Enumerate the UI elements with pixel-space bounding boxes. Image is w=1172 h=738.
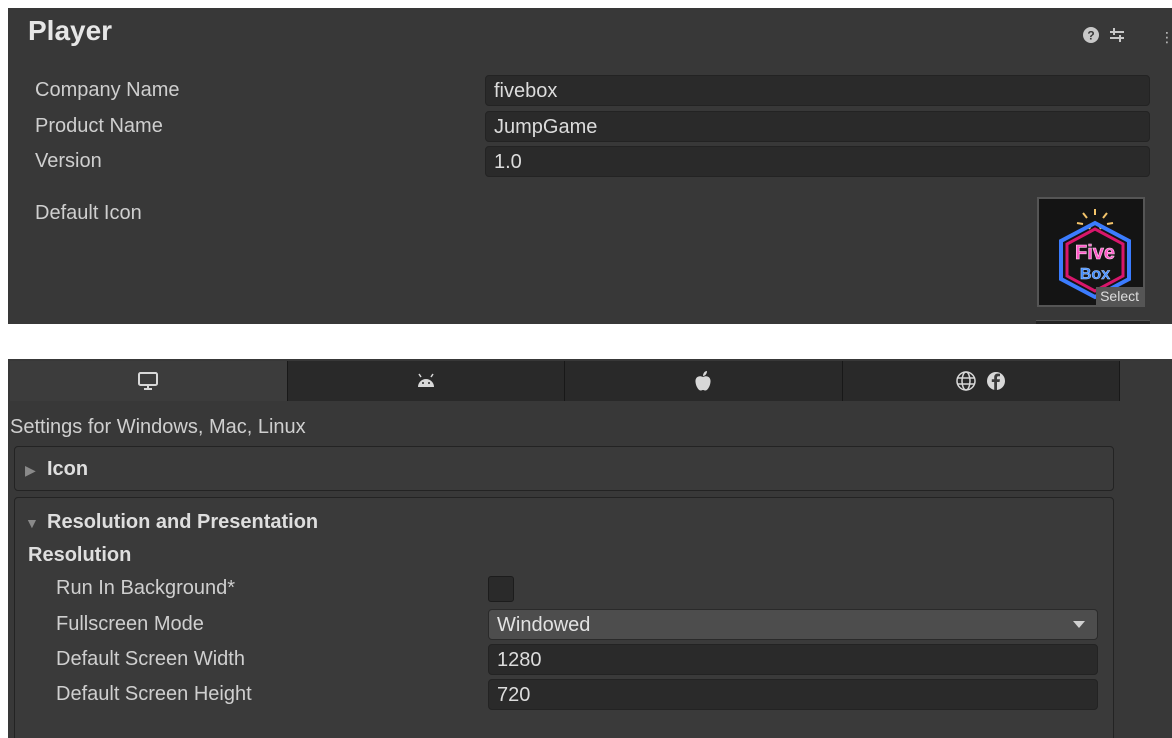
resolution-presentation-header[interactable]: ▼ Resolution and Presentation (25, 509, 318, 536)
panel-title: Player (28, 15, 113, 46)
version-field[interactable]: 1.0 (485, 146, 1150, 177)
default-icon-label: Default Icon (35, 202, 142, 224)
tab-standalone[interactable] (10, 361, 288, 401)
tab-ios[interactable] (565, 361, 843, 401)
platform-tab-bar (10, 361, 1120, 401)
version-label: Version (35, 150, 102, 172)
product-name-field[interactable]: JumpGame (485, 111, 1150, 142)
icon-foldout[interactable]: ▶ Icon (14, 446, 1114, 491)
icon-section-title: Icon (47, 458, 89, 480)
product-name-label: Product Name (35, 115, 163, 137)
dropdown-arrow-icon (1073, 621, 1085, 628)
help-icon[interactable]: ? (1082, 26, 1100, 50)
tab-android[interactable] (287, 361, 565, 401)
next-icon-slot (1036, 320, 1150, 324)
fold-collapsed-icon: ▶ (25, 462, 36, 478)
webgl-globe-icon (956, 371, 976, 391)
svg-text:?: ? (1087, 29, 1094, 43)
tab-webgl[interactable] (842, 361, 1120, 401)
settings-for-label: Settings for Windows, Mac, Linux (10, 416, 306, 438)
default-icon-picker[interactable]: Five Box Select (1037, 197, 1145, 307)
resolution-presentation-foldout: ▼ Resolution and Presentation Resolution … (14, 497, 1114, 738)
facebook-icon (986, 372, 1005, 390)
fold-expanded-icon: ▼ (25, 515, 39, 531)
default-screen-width-label: Default Screen Width (56, 648, 245, 670)
fullscreen-mode-dropdown[interactable]: Windowed (488, 609, 1098, 640)
player-panel: Player ? ⋮ Company Name fivebox Product … (8, 8, 1172, 324)
company-name-field[interactable]: fivebox (485, 75, 1150, 106)
android-icon (417, 373, 434, 387)
apple-icon (695, 371, 711, 391)
resolution-presentation-title: Resolution and Presentation (47, 511, 319, 533)
preset-settings-icon[interactable] (1108, 26, 1126, 50)
logo-text-box: Box (1080, 266, 1110, 283)
resolution-subheader: Resolution (28, 544, 132, 566)
logo-text-five: Five (1075, 242, 1115, 264)
fullscreen-mode-label: Fullscreen Mode (56, 613, 204, 635)
run-in-background-label: Run In Background* (56, 577, 236, 599)
fullscreen-mode-value: Windowed (497, 614, 591, 636)
run-in-background-checkbox[interactable] (488, 576, 514, 602)
default-screen-height-label: Default Screen Height (56, 683, 252, 705)
icon-select-button[interactable]: Select (1096, 287, 1143, 305)
platform-settings-panel: Settings for Windows, Mac, Linux ▶ Icon ▼… (8, 359, 1172, 738)
monitor-icon (138, 372, 159, 390)
default-screen-height-field[interactable]: 720 (488, 679, 1098, 710)
more-options-icon[interactable]: ⋮ (1160, 27, 1172, 47)
default-screen-width-field[interactable]: 1280 (488, 644, 1098, 675)
company-name-label: Company Name (35, 79, 180, 101)
